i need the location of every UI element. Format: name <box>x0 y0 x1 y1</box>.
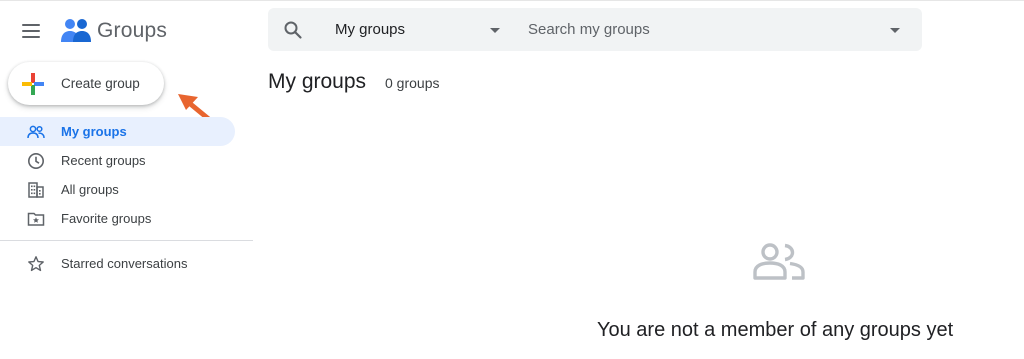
empty-state-message: You are not a member of any groups yet <box>597 319 954 341</box>
sidebar-divider <box>0 240 253 241</box>
starred-conversations-label: Starred conversations <box>61 256 188 271</box>
sidebar-item-starred-conversations[interactable]: Starred conversations <box>0 249 240 278</box>
sidebar-item-all-groups[interactable]: All groups <box>0 175 240 204</box>
search-input[interactable] <box>520 14 886 45</box>
star-icon <box>28 256 44 272</box>
building-icon <box>28 182 44 198</box>
groups-logo-icon <box>61 19 91 42</box>
create-group-label: Create group <box>61 76 140 91</box>
people-icon <box>27 125 45 139</box>
search-scope-dropdown[interactable]: My groups <box>323 8 503 51</box>
menu-bar <box>22 30 40 32</box>
search-icon[interactable] <box>283 20 303 40</box>
menu-bar <box>22 24 40 26</box>
app-title: Groups <box>97 19 168 42</box>
sidebar-item-favorite-groups[interactable]: Favorite groups <box>0 204 240 233</box>
chevron-down-icon <box>490 28 500 33</box>
main-menu-button[interactable] <box>22 20 44 42</box>
clock-icon <box>28 153 44 169</box>
sidebar-item-recent-groups[interactable]: Recent groups <box>0 146 240 175</box>
sidebar-item-label: My groups <box>61 124 127 139</box>
search-bar: My groups <box>268 8 922 51</box>
top-border <box>0 0 1024 1</box>
star-folder-icon <box>27 212 45 226</box>
sidebar-item-label: Recent groups <box>61 153 146 168</box>
group-count: 0 groups <box>385 75 440 91</box>
people-outline-icon <box>753 243 805 280</box>
search-scope-value: My groups <box>335 21 406 38</box>
sidebar-nav: My groups Recent groups All groups Favor… <box>0 117 240 233</box>
sidebar-item-label: Favorite groups <box>61 211 152 226</box>
sidebar-item-label: All groups <box>61 182 119 197</box>
plus-icon <box>22 73 44 95</box>
menu-bar <box>22 36 40 38</box>
create-group-button[interactable]: Create group <box>8 62 164 105</box>
page-title: My groups <box>268 70 367 93</box>
sidebar-item-my-groups[interactable]: My groups <box>0 117 235 146</box>
search-options-chevron-down-icon[interactable] <box>890 28 900 33</box>
